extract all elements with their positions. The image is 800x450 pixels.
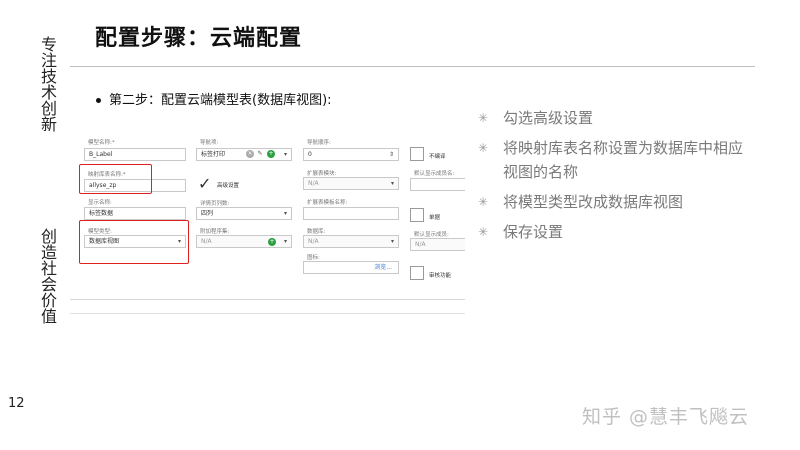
list-item: ✳ 将映射库表名称设置为数据库中相应视图的名称	[478, 136, 748, 184]
no-translate-label: 不编译	[429, 154, 446, 160]
attach-assembly-select[interactable]: N/A ▾	[196, 235, 292, 248]
model-name-label: 模型名称:*	[88, 140, 115, 146]
icon-label: 图标:	[307, 255, 320, 261]
advanced-settings-label: 高级设置	[217, 183, 240, 189]
audit-label: 审核功能	[429, 273, 452, 279]
display-name-label: 显示名称:	[88, 200, 112, 206]
edit-icon[interactable]: ✎	[256, 150, 264, 158]
asterisk-icon: ✳	[478, 195, 489, 209]
icon-input[interactable]: 浏览...	[303, 261, 399, 274]
form-divider	[70, 313, 465, 314]
database-label: 数据库:	[307, 229, 326, 235]
model-type-highlight	[79, 220, 189, 264]
asterisk-icon: ✳	[478, 141, 489, 155]
model-form-screenshot: 模型名称:* B_Label 映射库表名称:* allyse_zp 显示名称: …	[70, 128, 465, 314]
single-checkbox[interactable]	[410, 208, 424, 222]
ext-table-label: 扩展表模板名称:	[307, 200, 348, 206]
add-icon[interactable]: +	[267, 150, 275, 158]
add-icon[interactable]: +	[268, 238, 276, 246]
nav-order-input[interactable]: 0 ⇕	[303, 148, 399, 161]
nav-order-value: 0	[308, 151, 312, 158]
no-translate-checkbox[interactable]	[410, 147, 424, 161]
default-display-input[interactable]	[410, 178, 465, 191]
ext-module-label: 扩展表模块:	[307, 171, 337, 177]
default-display2-value: N/A	[415, 241, 426, 248]
ext-module-value: N/A	[308, 180, 319, 187]
side-text-top: 专注技术创新	[38, 36, 57, 132]
default-display-label: 默认显示成员名:	[414, 171, 455, 177]
title-divider	[70, 66, 755, 67]
chevron-down-icon: ▾	[283, 210, 287, 217]
step-line: 第二步：配置云端模型表(数据库视图):	[96, 89, 332, 108]
nav-value: 标签打印	[201, 151, 226, 158]
detail-columns-label: 详情页列数:	[200, 201, 230, 207]
attach-assembly-label: 附加程序集:	[200, 229, 230, 235]
browse-button[interactable]: 浏览...	[374, 262, 392, 273]
nav-order-label: 导航顺序:	[307, 140, 331, 146]
asterisk-icon: ✳	[478, 225, 489, 239]
detail-columns-value: 四列	[201, 210, 214, 217]
detail-columns-select[interactable]: 四列 ▾	[196, 207, 292, 220]
nav-select[interactable]: 标签打印 ▾	[196, 148, 292, 161]
side-text-bottom: 创造社会价值	[38, 228, 57, 324]
list-item: ✳ 保存设置	[478, 220, 748, 244]
chevron-down-icon: ▾	[283, 238, 287, 245]
chevron-down-icon: ▾	[283, 151, 287, 158]
ext-table-input[interactable]	[303, 207, 399, 220]
stepper-icon[interactable]: ⇕	[389, 149, 394, 160]
list-item: ✳ 将模型类型改成数据库视图	[478, 190, 748, 214]
slide-title: 配置步骤：云端配置	[95, 26, 303, 51]
step-text: 第二步：配置云端模型表(数据库视图):	[109, 93, 332, 108]
asterisk-icon: ✳	[478, 111, 489, 125]
ext-module-select[interactable]: N/A ▾	[303, 177, 399, 190]
list-item: ✳ 勾选高级设置	[478, 106, 748, 130]
instruction-list: ✳ 勾选高级设置 ✳ 将映射库表名称设置为数据库中相应视图的名称 ✳ 将模型类型改成数…	[478, 106, 748, 250]
database-select[interactable]: N/A ▾	[303, 235, 399, 248]
single-label: 单据	[429, 215, 441, 221]
display-name-input[interactable]: 标签数据	[84, 207, 186, 220]
attach-assembly-value: N/A	[201, 238, 212, 245]
watermark: 知乎 @慧丰飞飚云	[582, 406, 750, 428]
page-number: 12	[8, 396, 25, 411]
nav-label: 导航项:	[200, 140, 219, 146]
checkmark-icon[interactable]: ✓	[198, 176, 211, 192]
default-display2-label: 默认显示成员:	[414, 232, 449, 238]
model-name-input[interactable]: B_Label	[84, 148, 186, 161]
bullet-dot-icon	[96, 98, 101, 103]
form-divider	[70, 299, 465, 300]
clear-icon[interactable]: ×	[246, 150, 254, 158]
default-display2-select[interactable]: N/A	[410, 238, 465, 251]
audit-checkbox[interactable]	[410, 266, 424, 280]
chevron-down-icon: ▾	[390, 180, 394, 187]
chevron-down-icon: ▾	[390, 238, 394, 245]
mapping-table-highlight	[79, 164, 152, 194]
database-value: N/A	[308, 238, 319, 245]
